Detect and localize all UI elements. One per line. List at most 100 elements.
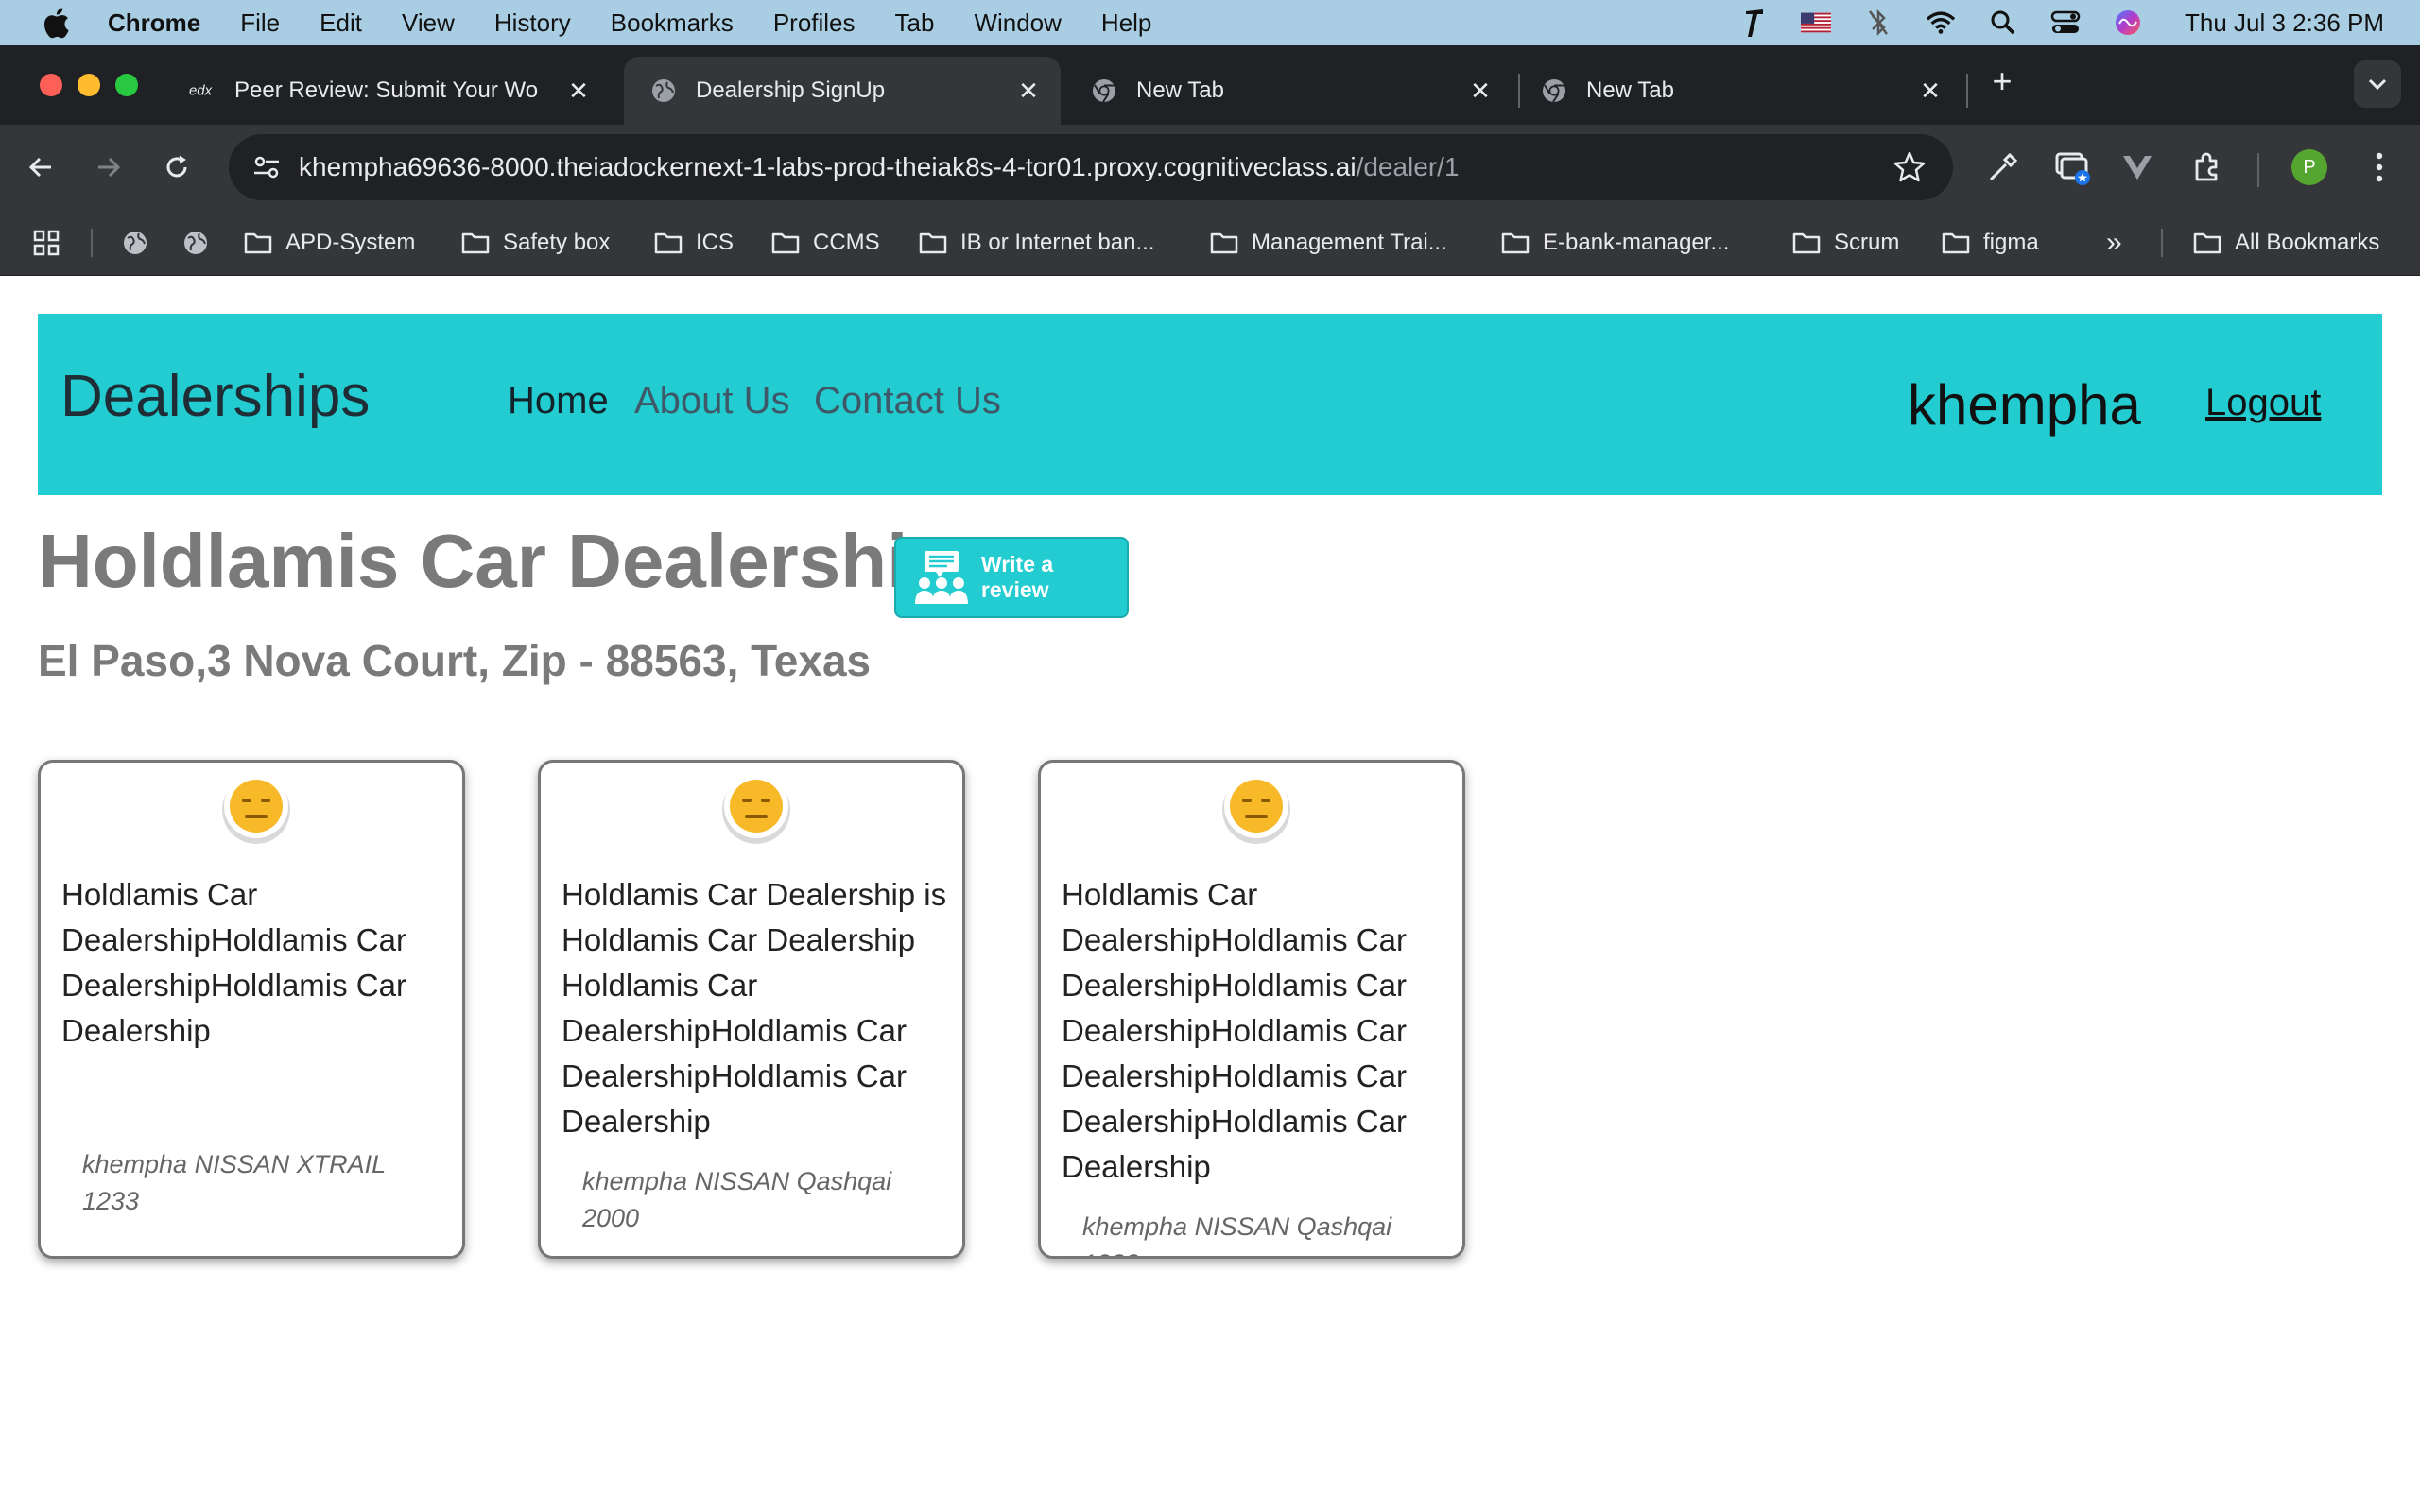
reload-icon[interactable] <box>155 146 199 189</box>
logout-link[interactable]: Logout <box>2205 382 2321 424</box>
brand-logo[interactable]: Dealerships <box>60 363 370 430</box>
write-review-button[interactable]: Write a review <box>894 537 1129 618</box>
globe-icon <box>650 77 677 104</box>
menu-view[interactable]: View <box>402 9 455 38</box>
review-author-car: khempha NISSAN XTRAIL 1233 <box>82 1150 386 1215</box>
review-text: Holdlamis Car Dealership is Holdlamis Ca… <box>562 877 947 1139</box>
wifi-icon[interactable] <box>1926 8 1956 38</box>
chrome-tab-strip: edx Peer Review: Submit Your Wo ✕ Dealer… <box>0 45 2420 125</box>
siri-icon[interactable] <box>2113 8 2143 38</box>
nav-contact-link[interactable]: Contact Us <box>814 380 1001 422</box>
address-bar[interactable]: khempha69636-8000.theiadockernext-1-labs… <box>229 134 1953 200</box>
menu-file[interactable]: File <box>240 9 280 38</box>
neutral-face-icon <box>1222 774 1290 844</box>
bookmark-folder-apd-system[interactable]: APD-System <box>244 225 415 261</box>
folder-icon <box>1792 232 1821 254</box>
apple-icon[interactable] <box>42 7 79 39</box>
web-page: Dealerships Home About Us Contact Us khe… <box>0 276 2420 1512</box>
chrome-icon <box>1541 77 1567 104</box>
logged-in-username: khempha <box>1908 373 2141 437</box>
chrome-icon <box>1091 77 1117 104</box>
window-minimize-button[interactable] <box>78 74 100 96</box>
write-review-label: Write a review <box>980 552 1054 602</box>
bookmark-folder-internet-banking[interactable]: IB or Internet ban... <box>919 225 1154 261</box>
menu-bar-clock[interactable]: Thu Jul 3 2:36 PM <box>2185 9 2384 38</box>
window-close-button[interactable] <box>40 74 62 96</box>
menu-edit[interactable]: Edit <box>320 9 362 38</box>
menu-app-chrome[interactable]: Chrome <box>108 9 200 38</box>
apps-grid-icon[interactable] <box>32 225 60 261</box>
new-tab-button[interactable]: + <box>1983 62 2021 100</box>
menu-help[interactable]: Help <box>1101 9 1151 38</box>
window-zoom-button[interactable] <box>115 74 138 96</box>
review-author-car: khempha NISSAN Qashqai 2000 <box>582 1167 892 1232</box>
all-bookmarks-button[interactable]: All Bookmarks <box>2193 225 2379 261</box>
menu-bookmarks[interactable]: Bookmarks <box>611 9 734 38</box>
nav-home-link[interactable]: Home <box>508 380 609 422</box>
bookmark-folder-safety-box[interactable]: Safety box <box>461 225 610 261</box>
tab-search-chevron-icon[interactable] <box>2354 60 2401 108</box>
bookmark-folder-ics[interactable]: ICS <box>654 225 734 261</box>
toolbar-separator <box>2257 153 2259 187</box>
review-card: Holdlamis Car DealershipHoldlamis Car De… <box>1038 760 1465 1259</box>
tab-title: Peer Review: Submit Your Wo <box>234 77 539 103</box>
tab-close-icon[interactable]: ✕ <box>1013 76 1044 106</box>
vue-devtools-icon[interactable] <box>2116 146 2159 189</box>
menu-profiles[interactable]: Profiles <box>773 9 856 38</box>
tab-title: New Tab <box>1136 77 1224 103</box>
tab-close-icon[interactable]: ✕ <box>1465 76 1495 106</box>
menu-history[interactable]: History <box>494 9 571 38</box>
forward-arrow-icon[interactable] <box>87 146 130 189</box>
folder-icon <box>919 232 947 254</box>
bookmark-separator <box>2161 229 2163 257</box>
all-bookmarks-label: All Bookmarks <box>2235 230 2380 255</box>
profile-avatar[interactable]: P <box>2291 149 2327 185</box>
hammer-icon[interactable] <box>1738 8 1769 38</box>
chrome-toolbar: khempha69636-8000.theiadockernext-1-labs… <box>0 125 2420 210</box>
bookmark-separator <box>91 229 93 257</box>
site-settings-icon[interactable] <box>248 148 285 186</box>
tab-dealership-signup[interactable]: Dealership SignUp ✕ <box>624 57 1061 125</box>
bookmark-label: E-bank-manager... <box>1543 230 1730 255</box>
folder-icon <box>2193 232 2221 254</box>
bookmark-label: ICS <box>696 230 735 255</box>
bookmark-folder-ccms[interactable]: CCMS <box>771 225 880 261</box>
spotlight-search-icon[interactable] <box>1988 8 2018 38</box>
neutral-face-icon <box>722 774 790 844</box>
tab-new-tab-2[interactable]: New Tab ✕ <box>1514 57 1962 125</box>
tab-new-tab-1[interactable]: New Tab ✕ <box>1064 57 1512 125</box>
eyedropper-icon[interactable] <box>1981 146 2025 189</box>
chrome-menu-kebab-icon[interactable] <box>2358 146 2401 189</box>
extensions-puzzle-icon[interactable] <box>2186 146 2229 189</box>
bookmarks-overflow-button[interactable]: » <box>2106 225 2122 261</box>
bookmark-label: figma <box>1983 230 2039 255</box>
tab-close-icon[interactable]: ✕ <box>563 76 594 106</box>
bluetooth-off-icon[interactable] <box>1863 8 1893 38</box>
bookmark-star-icon[interactable] <box>1893 150 1927 184</box>
tab-close-icon[interactable]: ✕ <box>1915 76 1945 106</box>
bookmark-folder-figma[interactable]: figma <box>1942 225 2039 261</box>
bookmark-label: Management Trai... <box>1252 230 1447 255</box>
tab-peer-review[interactable]: edx Peer Review: Submit Your Wo ✕ <box>163 57 611 125</box>
us-flag-icon[interactable] <box>1801 8 1831 38</box>
bookmark-folder-management[interactable]: Management Trai... <box>1210 225 1447 261</box>
control-center-icon[interactable] <box>2050 8 2081 38</box>
folder-icon <box>461 232 490 254</box>
bookmark-label: Scrum <box>1834 230 1900 255</box>
screenshot-extension-icon[interactable] <box>2051 146 2095 189</box>
menu-window[interactable]: Window <box>974 9 1061 38</box>
nav-about-link[interactable]: About Us <box>634 380 790 422</box>
globe-icon[interactable] <box>121 225 149 261</box>
menu-tab[interactable]: Tab <box>895 9 935 38</box>
bookmark-folder-e-bank-manager[interactable]: E-bank-manager... <box>1501 225 1729 261</box>
folder-icon <box>244 232 272 254</box>
url-host: khempha69636-8000.theiadockernext-1-labs… <box>299 152 1357 181</box>
review-card: Holdlamis Car Dealership is Holdlamis Ca… <box>538 760 965 1259</box>
bookmark-label: IB or Internet ban... <box>960 230 1155 255</box>
back-arrow-icon[interactable] <box>19 146 62 189</box>
site-navbar: Dealerships Home About Us Contact Us khe… <box>38 314 2382 495</box>
bookmark-folder-scrum[interactable]: Scrum <box>1792 225 1899 261</box>
svg-text:edx: edx <box>189 83 213 99</box>
globe-icon[interactable] <box>182 225 210 261</box>
bookmarks-bar: APD-System Safety box ICS CCMS IB or Int… <box>0 210 2420 276</box>
